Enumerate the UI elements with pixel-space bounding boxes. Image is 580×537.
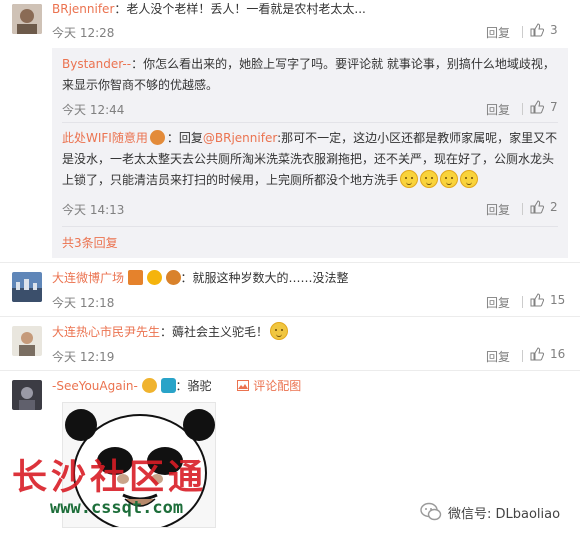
divider	[0, 370, 580, 371]
divider	[522, 26, 523, 38]
divider	[522, 350, 523, 362]
comment-text: -SeeYouAgain- ：骆驼 评论配图	[52, 378, 302, 393]
username-link[interactable]: BRjennifer	[52, 2, 114, 16]
comment-text: BRjennifer：老人没个老样！丢人！一看就是农村老太太...	[52, 2, 366, 16]
timestamp: 今天 12:18	[52, 296, 115, 310]
comment-image-link[interactable]: 评论配图	[237, 379, 301, 393]
emoji-icon	[400, 170, 419, 188]
thumb-up-icon	[530, 100, 544, 114]
username-link[interactable]: -SeeYouAgain-	[52, 379, 138, 393]
timestamp: 今天 12:44	[62, 103, 125, 117]
reply-button[interactable]: 回复	[486, 348, 510, 365]
divider	[522, 296, 523, 308]
verified-icon	[127, 270, 143, 285]
wechat-id: 微信号: DLbaoliao	[420, 502, 560, 522]
sub-reply-text: 此处WIFI随意用 ：回复@BRjennifer:那可不一定，这边小区还都是教师家…	[62, 130, 558, 188]
avatar[interactable]	[12, 380, 42, 410]
emoji-icon	[270, 322, 289, 340]
reply-button[interactable]: 回复	[486, 201, 510, 218]
timestamp: 今天 12:28	[52, 26, 115, 40]
like-button[interactable]: 2	[530, 200, 558, 214]
thumb-up-icon	[530, 200, 544, 214]
timestamp: 今天 12:19	[52, 350, 115, 364]
divider	[62, 226, 558, 227]
reply-button[interactable]: 回复	[486, 24, 510, 41]
comment-text: 大连微博广场 ：就服这种岁数大的……没法整	[52, 270, 349, 285]
comment-text: 大连热心市民尹先生：薅社会主义驼毛！	[52, 322, 552, 343]
crown-icon	[141, 378, 157, 393]
watermark-url: www.cssqt.com	[50, 498, 184, 518]
avatar[interactable]	[12, 272, 42, 302]
divider	[0, 262, 580, 263]
wechat-icon	[420, 502, 442, 521]
crown-icon	[146, 270, 162, 285]
like-button[interactable]: 7	[530, 100, 558, 114]
thumb-up-icon	[530, 293, 544, 307]
like-button[interactable]: 15	[530, 293, 565, 307]
badge-icon	[149, 130, 165, 145]
watermark-title: 长沙社区通	[12, 458, 208, 498]
reply-button[interactable]: 回复	[486, 294, 510, 311]
avatar[interactable]	[12, 326, 42, 356]
timestamp: 今天 14:13	[62, 203, 125, 217]
username-link[interactable]: 大连微博广场	[52, 271, 124, 285]
medal-icon	[165, 270, 181, 285]
thumb-up-icon	[530, 347, 544, 361]
avatar[interactable]	[12, 4, 42, 34]
emoji-icon	[420, 170, 439, 188]
divider	[0, 316, 580, 317]
like-button[interactable]: 3	[530, 23, 558, 37]
watermark-logo: 长沙社区通 www.cssqt.com	[12, 458, 222, 522]
mention-link[interactable]: @BRjennifer	[203, 131, 277, 145]
sub-reply-text: Bystander--：你怎么看出来的，她脸上写字了吗。要评论就 就事论事，别搞…	[62, 57, 555, 92]
thumb-up-icon	[530, 23, 544, 37]
username-link[interactable]: Bystander--	[62, 57, 131, 71]
divider	[522, 203, 523, 215]
divider	[522, 103, 523, 115]
username-link[interactable]: 大连热心市民尹先生	[52, 325, 160, 339]
more-replies-link[interactable]: 共3条回复	[62, 234, 118, 251]
emoji-icon	[460, 170, 479, 188]
camera-icon	[160, 378, 176, 393]
reply-button[interactable]: 回复	[486, 101, 510, 118]
like-button[interactable]: 16	[530, 347, 565, 361]
divider	[62, 122, 558, 123]
image-icon	[237, 380, 250, 391]
username-link[interactable]: 此处WIFI随意用	[62, 131, 148, 145]
emoji-icon	[440, 170, 459, 188]
